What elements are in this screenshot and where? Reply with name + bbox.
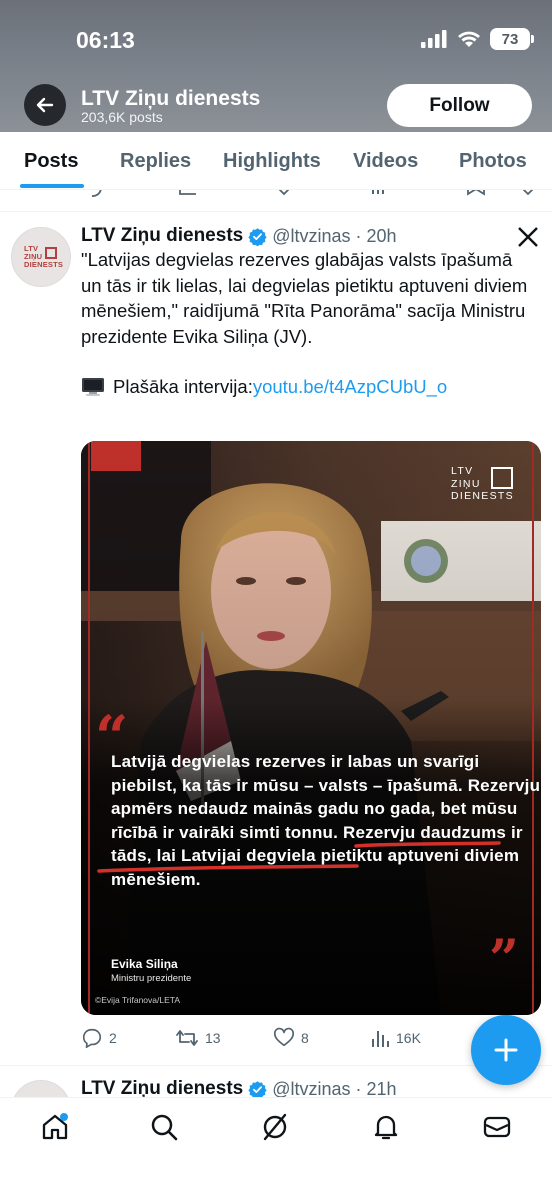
view-count: 16K — [396, 1030, 421, 1046]
link-prefix: Plašāka intervija: — [113, 376, 253, 397]
messages-icon[interactable] — [482, 1112, 512, 1142]
tweet-link-line: Plašāka intervija: youtu.be/t4AzpCUbU_o — [81, 374, 536, 400]
tweet-link[interactable]: youtu.be/t4AzpCUbU_o — [253, 374, 447, 400]
tab-highlights[interactable]: Highlights — [223, 150, 321, 173]
previous-tweet-icons — [91, 190, 534, 197]
header-profile-name: LTV Ziņu dienests — [81, 87, 261, 110]
battery-indicator: 73 — [490, 28, 534, 50]
like-icon — [274, 1027, 294, 1047]
close-quote-mark: ” — [489, 929, 519, 990]
like-count: 8 — [301, 1030, 309, 1046]
header-post-count: 203,6K posts — [81, 109, 163, 125]
status-icons: 73 — [420, 28, 534, 50]
reply-count: 2 — [109, 1030, 117, 1046]
tweet-author-handle[interactable]: @ltvzinas — [272, 226, 350, 247]
tweet-media-image[interactable]: LTV ZIŅU DIENESTS “ Latvijā degvielas re… — [81, 441, 541, 1015]
reply-button[interactable]: 2 — [81, 1027, 117, 1049]
search-icon[interactable] — [149, 1112, 179, 1142]
media-speaker-name: Evika Siliņa — [111, 957, 178, 971]
tab-photos[interactable]: Photos — [459, 150, 527, 173]
grok-icon[interactable] — [260, 1112, 290, 1142]
avatar-logo-square — [45, 247, 57, 259]
media-photo — [81, 441, 541, 1015]
tweet-body: "Latvijas degvielas rezerves glabājas va… — [81, 247, 536, 400]
back-button[interactable] — [24, 84, 66, 126]
avatar[interactable]: LTV ZIŅU DIENESTS — [11, 227, 71, 287]
compose-post-button[interactable] — [471, 1015, 541, 1085]
x-logo-icon — [518, 227, 538, 247]
media-speaker-role: Ministru prezidente — [111, 973, 192, 984]
tweet-timestamp[interactable]: · 20h — [356, 226, 397, 247]
active-tab-indicator — [20, 184, 84, 188]
tweet-header: LTV Ziņu dienests @ltvzinas · 20h — [81, 225, 397, 247]
media-photo-credit: ©Evija Trifanova/LETA — [95, 995, 180, 1005]
notifications-icon[interactable] — [371, 1112, 401, 1142]
verified-badge-icon — [248, 1080, 267, 1099]
views-button[interactable]: 16K — [370, 1027, 421, 1049]
reply-icon — [82, 1028, 102, 1048]
like-button[interactable]: 8 — [273, 1027, 309, 1049]
avatar-logo: LTV ZIŅU DIENESTS — [24, 245, 63, 269]
media-logo-line: DIENESTS — [451, 490, 514, 502]
repost-button[interactable]: 13 — [175, 1027, 221, 1049]
views-icon — [372, 1031, 389, 1047]
media-quote-text: Latvijā degvielas rezerves ir labas un s… — [111, 752, 541, 889]
repost-count: 13 — [205, 1030, 221, 1046]
follow-button[interactable]: Follow — [387, 84, 532, 127]
signal-icon — [421, 30, 447, 48]
avatar-logo-line: DIENESTS — [24, 260, 64, 269]
bottom-navigation — [0, 1097, 552, 1200]
profile-header: 06:13 73 LTV Ziņu dienests 203,6K posts … — [0, 0, 552, 132]
previous-tweet-actions — [0, 190, 552, 212]
wifi-icon — [458, 31, 480, 47]
profile-tabs: Posts Replies Highlights Videos Photos — [0, 132, 552, 190]
home-icon[interactable] — [40, 1112, 70, 1142]
tweet-text: "Latvijas degvielas rezerves glabājas va… — [81, 249, 528, 347]
tweet-divider — [0, 1065, 552, 1066]
status-time: 06:13 — [76, 27, 135, 53]
repost-icon — [176, 1030, 198, 1046]
tab-posts[interactable]: Posts — [24, 150, 78, 173]
media-logo-square — [491, 467, 513, 489]
computer-emoji-icon — [82, 377, 104, 396]
tweet-author-name[interactable]: LTV Ziņu dienests — [81, 225, 243, 247]
plus-icon — [494, 1038, 518, 1062]
tab-replies[interactable]: Replies — [120, 150, 191, 173]
tab-videos[interactable]: Videos — [353, 150, 418, 173]
verified-badge-icon — [248, 227, 267, 246]
back-arrow-icon — [36, 97, 54, 113]
